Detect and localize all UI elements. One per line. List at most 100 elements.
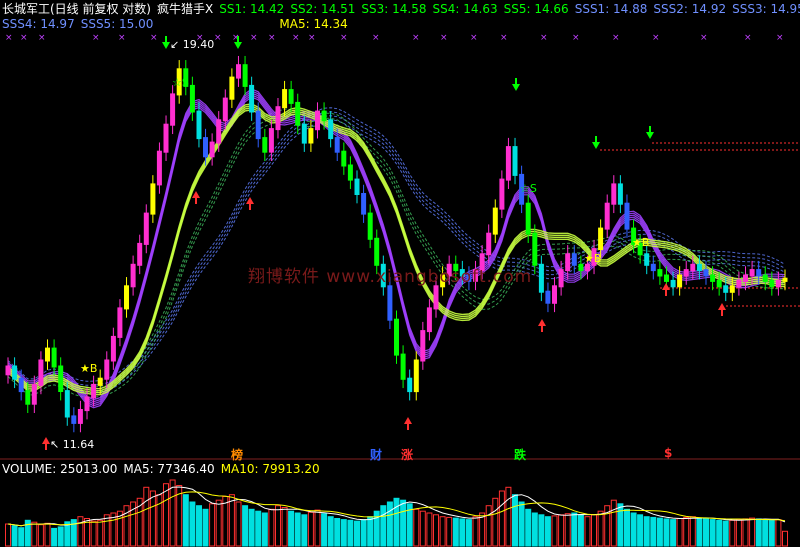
- candle[interactable]: [222, 97, 228, 122]
- candle[interactable]: [387, 285, 393, 321]
- candle[interactable]: [664, 274, 669, 282]
- candle[interactable]: [282, 89, 288, 109]
- event-tag-3[interactable]: 涨: [401, 446, 413, 463]
- volume-bar[interactable]: [755, 518, 762, 547]
- volume-bar[interactable]: [630, 512, 637, 547]
- candle[interactable]: [361, 193, 367, 215]
- volume-bar[interactable]: [544, 516, 551, 547]
- candle[interactable]: [525, 202, 531, 235]
- volume-bar[interactable]: [663, 518, 670, 547]
- volume-bar[interactable]: [512, 494, 518, 547]
- candle[interactable]: [617, 183, 623, 205]
- candle[interactable]: [288, 89, 294, 104]
- candle[interactable]: [729, 285, 735, 293]
- volume-bar[interactable]: [334, 518, 341, 547]
- volume-bar[interactable]: [459, 518, 466, 547]
- candle[interactable]: [512, 146, 518, 176]
- volume-bar[interactable]: [288, 510, 295, 547]
- candle[interactable]: [25, 390, 31, 405]
- candle[interactable]: [538, 263, 544, 293]
- candle[interactable]: [249, 84, 255, 113]
- candle[interactable]: [723, 285, 729, 293]
- candle[interactable]: [84, 396, 90, 412]
- candle[interactable]: [492, 207, 498, 235]
- volume-bar[interactable]: [617, 503, 624, 547]
- candle[interactable]: [775, 279, 781, 288]
- volume-bar[interactable]: [716, 519, 723, 547]
- candle[interactable]: [321, 110, 327, 122]
- candle[interactable]: [736, 279, 742, 288]
- volume-bar[interactable]: [294, 512, 301, 547]
- candle[interactable]: [262, 137, 268, 153]
- candle[interactable]: [677, 274, 683, 288]
- volume-bar[interactable]: [196, 505, 202, 547]
- candle[interactable]: [203, 137, 208, 158]
- volume-bar[interactable]: [650, 516, 657, 547]
- candle[interactable]: [124, 285, 129, 310]
- candle[interactable]: [137, 242, 143, 266]
- candle[interactable]: [242, 64, 248, 87]
- event-tag-4[interactable]: 跌: [514, 446, 526, 463]
- volume-bar[interactable]: [202, 508, 209, 547]
- volume-bar[interactable]: [347, 519, 354, 547]
- candle[interactable]: [394, 318, 399, 356]
- candle[interactable]: [308, 128, 314, 144]
- candle[interactable]: [716, 279, 722, 288]
- candle[interactable]: [657, 269, 663, 277]
- volume-bar[interactable]: [762, 519, 769, 547]
- candle[interactable]: [400, 353, 406, 380]
- candle[interactable]: [578, 263, 584, 272]
- event-tag-5[interactable]: $: [664, 446, 672, 460]
- volume-bar[interactable]: [301, 514, 308, 547]
- candle[interactable]: [703, 269, 709, 277]
- volume-bar[interactable]: [656, 517, 663, 547]
- event-tag-2[interactable]: 财: [370, 446, 382, 463]
- candle[interactable]: [216, 119, 222, 144]
- candle[interactable]: [315, 110, 320, 131]
- candle[interactable]: [143, 212, 149, 245]
- candle[interactable]: [611, 183, 617, 205]
- candle[interactable]: [196, 110, 202, 140]
- volume-bar[interactable]: [380, 505, 387, 547]
- volume-bar[interactable]: [327, 516, 334, 547]
- volume-bar[interactable]: [189, 501, 196, 547]
- volume-bar[interactable]: [57, 526, 64, 547]
- candle[interactable]: [189, 84, 195, 113]
- candle[interactable]: [236, 64, 241, 79]
- candle[interactable]: [295, 101, 301, 126]
- candle[interactable]: [426, 307, 432, 333]
- volume-bar[interactable]: [354, 520, 360, 547]
- volume-bar[interactable]: [531, 512, 538, 547]
- candle[interactable]: [156, 150, 162, 186]
- candle[interactable]: [624, 202, 630, 230]
- candle[interactable]: [505, 146, 511, 181]
- candle[interactable]: [38, 359, 44, 386]
- volume-bar[interactable]: [51, 527, 58, 547]
- volume-bar[interactable]: [255, 510, 262, 547]
- candle[interactable]: [552, 285, 557, 304]
- candle[interactable]: [670, 279, 676, 288]
- candle[interactable]: [268, 128, 274, 153]
- candle[interactable]: [769, 279, 775, 288]
- candle[interactable]: [367, 212, 373, 240]
- candle[interactable]: [255, 110, 261, 140]
- candle[interactable]: [275, 106, 281, 131]
- volume-bar[interactable]: [18, 527, 25, 547]
- volume-bar[interactable]: [360, 519, 367, 547]
- candle[interactable]: [558, 269, 564, 288]
- candle[interactable]: [690, 263, 696, 272]
- candle[interactable]: [31, 383, 37, 405]
- candle[interactable]: [64, 390, 70, 418]
- volume-bar[interactable]: [452, 517, 459, 547]
- candle[interactable]: [354, 178, 360, 195]
- volume-bar[interactable]: [518, 501, 525, 547]
- candle[interactable]: [710, 274, 716, 282]
- candle[interactable]: [644, 253, 650, 266]
- volume-bar[interactable]: [577, 514, 584, 547]
- candle[interactable]: [743, 274, 748, 282]
- candle[interactable]: [91, 383, 97, 399]
- volume-bar[interactable]: [400, 499, 407, 547]
- candle[interactable]: [301, 123, 307, 144]
- candle[interactable]: [77, 409, 83, 424]
- volume-bar[interactable]: [643, 516, 650, 547]
